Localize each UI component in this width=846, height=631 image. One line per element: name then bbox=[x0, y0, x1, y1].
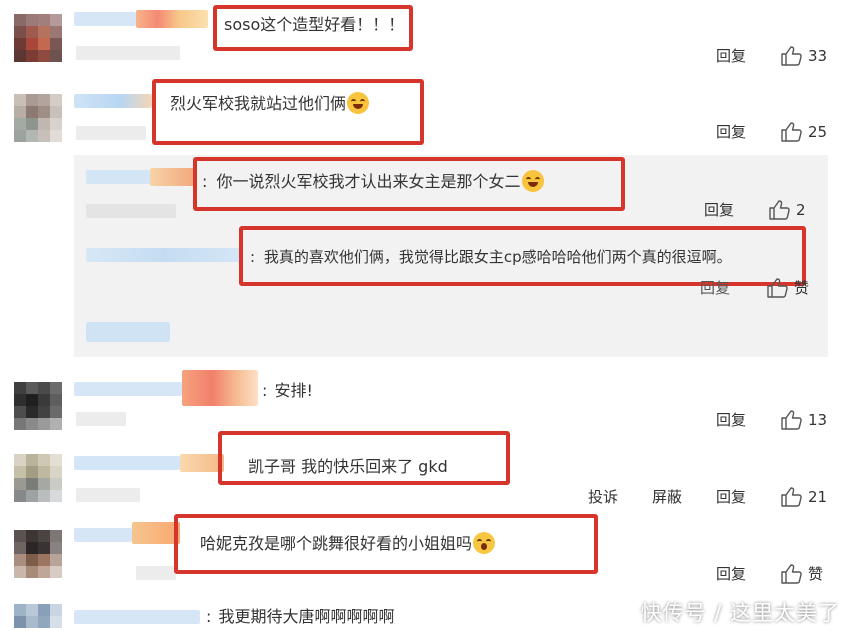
avatar[interactable] bbox=[14, 604, 62, 631]
reply-button[interactable]: 回复 bbox=[716, 46, 746, 66]
comment-colon: : bbox=[262, 381, 268, 400]
reply-button[interactable]: 回复 bbox=[700, 278, 730, 298]
thumbs-up-icon bbox=[781, 487, 802, 507]
thumbs-up-icon bbox=[781, 564, 802, 584]
like-button[interactable]: 赞 bbox=[780, 564, 832, 584]
avatar[interactable] bbox=[14, 530, 62, 578]
comment-text: : 安排! bbox=[262, 380, 313, 402]
like-count: 21 bbox=[808, 488, 828, 506]
reply-button[interactable]: 回复 bbox=[716, 122, 746, 142]
reply-button[interactable]: 回复 bbox=[716, 487, 746, 507]
thumbs-up-icon bbox=[781, 410, 802, 430]
username-blurred[interactable] bbox=[74, 610, 200, 624]
avatar[interactable] bbox=[14, 94, 62, 142]
like-button[interactable]: 13 bbox=[780, 410, 832, 430]
username-blurred[interactable] bbox=[74, 12, 136, 26]
like-button[interactable]: 赞 bbox=[766, 278, 812, 298]
meta-blurred bbox=[76, 126, 146, 140]
like-count: 13 bbox=[808, 411, 828, 429]
like-count: 33 bbox=[808, 47, 828, 65]
username-blurred[interactable] bbox=[86, 248, 242, 262]
watermark: 快传号 / 这里太美了 bbox=[640, 601, 840, 625]
like-count: 赞 bbox=[808, 565, 824, 583]
username-blurred[interactable] bbox=[136, 10, 208, 28]
block-button[interactable]: 屏蔽 bbox=[652, 487, 682, 507]
like-button[interactable]: 33 bbox=[780, 46, 832, 66]
avatar[interactable] bbox=[14, 14, 62, 62]
like-count: 25 bbox=[808, 123, 828, 141]
username-blurred[interactable] bbox=[132, 522, 180, 544]
meta-blurred bbox=[76, 488, 140, 502]
highlight-box bbox=[239, 226, 806, 286]
thumbs-up-icon bbox=[781, 122, 802, 142]
highlight-box bbox=[218, 431, 510, 485]
username-blurred[interactable] bbox=[74, 528, 132, 542]
username-blurred[interactable] bbox=[182, 370, 258, 406]
like-count: 2 bbox=[796, 201, 806, 219]
like-button[interactable]: 25 bbox=[780, 122, 832, 142]
highlight-box bbox=[152, 79, 424, 145]
meta-blurred bbox=[76, 46, 180, 60]
like-button[interactable]: 2 bbox=[768, 200, 814, 220]
comment-text: : 我更期待大唐啊啊啊啊啊 bbox=[206, 606, 395, 628]
meta-blurred bbox=[86, 204, 176, 218]
reply-button[interactable]: 回复 bbox=[704, 200, 734, 220]
comment-colon: : bbox=[206, 607, 212, 626]
thumbs-up-icon bbox=[769, 200, 790, 220]
username-blurred[interactable] bbox=[74, 456, 180, 470]
reply-button[interactable]: 回复 bbox=[716, 564, 746, 584]
username-blurred[interactable] bbox=[150, 168, 196, 186]
username-blurred[interactable] bbox=[74, 382, 182, 396]
comment-text-content: 我更期待大唐啊啊啊啊啊 bbox=[218, 607, 395, 626]
highlight-box bbox=[193, 157, 625, 211]
avatar[interactable] bbox=[14, 382, 62, 430]
highlight-box bbox=[213, 5, 413, 51]
avatar[interactable] bbox=[14, 454, 62, 502]
more-replies-blurred[interactable] bbox=[86, 322, 170, 342]
thumbs-up-icon bbox=[767, 278, 788, 298]
like-count: 赞 bbox=[794, 279, 810, 297]
report-button[interactable]: 投诉 bbox=[588, 487, 618, 507]
username-blurred[interactable] bbox=[86, 170, 150, 184]
comment-text-content: 安排! bbox=[274, 381, 313, 400]
reply-button[interactable]: 回复 bbox=[716, 410, 746, 430]
highlight-box bbox=[174, 514, 598, 574]
username-blurred[interactable] bbox=[74, 94, 152, 108]
meta-blurred bbox=[76, 412, 126, 426]
thumbs-up-icon bbox=[781, 46, 802, 66]
like-button[interactable]: 21 bbox=[780, 487, 832, 507]
meta-blurred bbox=[136, 566, 176, 580]
